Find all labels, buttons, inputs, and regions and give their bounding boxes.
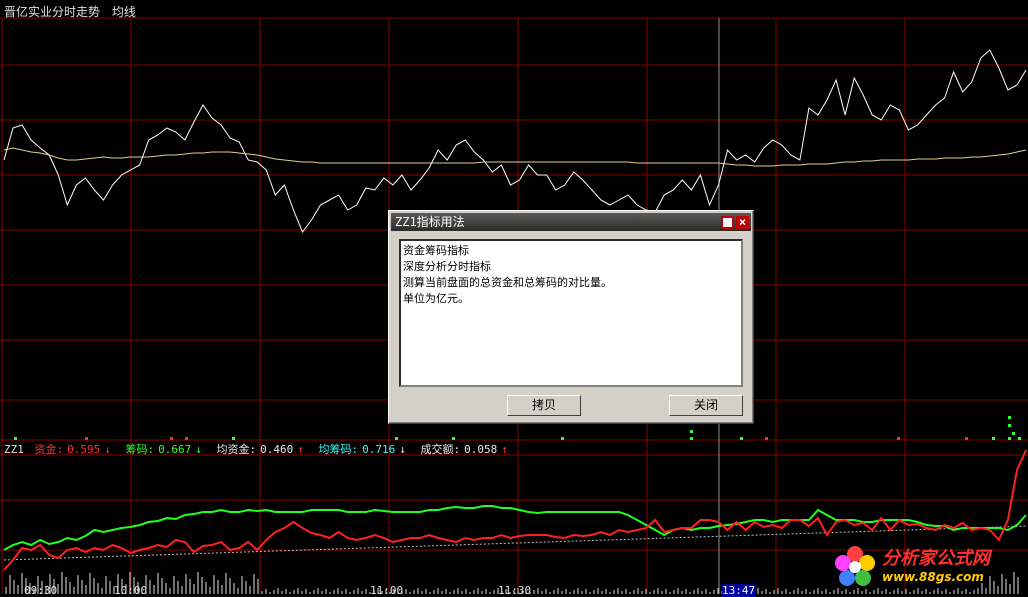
signal-dot (170, 437, 173, 440)
copy-button[interactable]: 拷贝 (507, 395, 581, 416)
usage-line-1: 资金筹码指标 (403, 244, 469, 257)
average-price-line (3, 147, 1027, 167)
usage-line-4: 单位为亿元。 (403, 292, 469, 305)
maximize-icon[interactable] (721, 216, 734, 229)
signal-dot (965, 437, 968, 440)
signal-dot (395, 437, 398, 440)
signal-dot (14, 437, 17, 440)
price-line (3, 49, 1027, 234)
chart-title: 晋亿实业分时走势 均线 (4, 3, 144, 20)
watermark-url: www.88gs.com (882, 570, 984, 584)
signal-dot (1018, 437, 1021, 440)
indicator-readout: ZZ1 资金: 0.595 ↓ 筹码: 0.667 ↓ 均资金: 0.460 ↑ 均筹码: 0… (4, 441, 516, 457)
dialog-window-buttons: × (719, 216, 749, 234)
signal-dot (1008, 437, 1011, 440)
indicator-usage-dialog: ZZ1指标用法 × 资金筹码指标 深度分析分时指标 测算当前盘面的总资金和总筹码… (388, 210, 754, 424)
time-label-1130: 11:30 (498, 584, 532, 597)
watermark-name: 分析家公式网 (882, 548, 990, 569)
signal-dot (561, 437, 564, 440)
usage-line-3: 测算当前盘面的总资金和总筹码的对比量。 (403, 276, 612, 289)
signal-dot (185, 437, 188, 440)
signal-dot (992, 437, 995, 440)
time-label-1100: 11:00 (370, 584, 404, 597)
signal-dot (1012, 432, 1015, 435)
avg-line-label: 均线 (111, 5, 136, 19)
cursor-time-label: 13:47 (722, 584, 756, 597)
dialog-titlebar[interactable]: ZZ1指标用法 × (391, 213, 751, 231)
flower-logo-icon (835, 546, 875, 586)
close-button[interactable]: 关闭 (669, 395, 743, 416)
time-label-1000: 10:00 (114, 584, 148, 597)
signal-dot (765, 437, 768, 440)
indicator-chips: 筹码: 0.667 ↓ (125, 443, 202, 456)
signal-dot (1008, 416, 1011, 419)
indicator-name: ZZ1 (4, 443, 24, 456)
signal-dot (452, 437, 455, 440)
usage-text-area[interactable]: 资金筹码指标 深度分析分时指标 测算当前盘面的总资金和总筹码的对比量。 单位为亿… (399, 239, 743, 387)
watermark-logo: 分析家公式网 www.88gs.com (832, 540, 1026, 592)
close-icon[interactable]: × (736, 216, 749, 229)
dialog-title: ZZ1指标用法 (395, 215, 465, 229)
signal-dot (740, 437, 743, 440)
indicator-turnover: 成交额: 0.058 ↑ (420, 443, 508, 456)
indicator-avg-capital: 均资金: 0.460 ↑ (216, 443, 304, 456)
signal-dot (232, 437, 235, 440)
signal-dot (690, 437, 693, 440)
indicator-avg-chips: 均筹码: 0.716 ↓ (318, 443, 406, 456)
time-label-0930: 09:30 (24, 584, 58, 597)
usage-line-2: 深度分析分时指标 (403, 260, 491, 273)
stock-name: 晋亿实业分时走势 (4, 5, 101, 19)
signal-dot (85, 437, 88, 440)
signal-dot (1008, 424, 1011, 427)
signal-dot (690, 430, 693, 433)
signal-dot (897, 437, 900, 440)
indicator-capital: 资金: 0.595 ↓ (34, 443, 111, 456)
